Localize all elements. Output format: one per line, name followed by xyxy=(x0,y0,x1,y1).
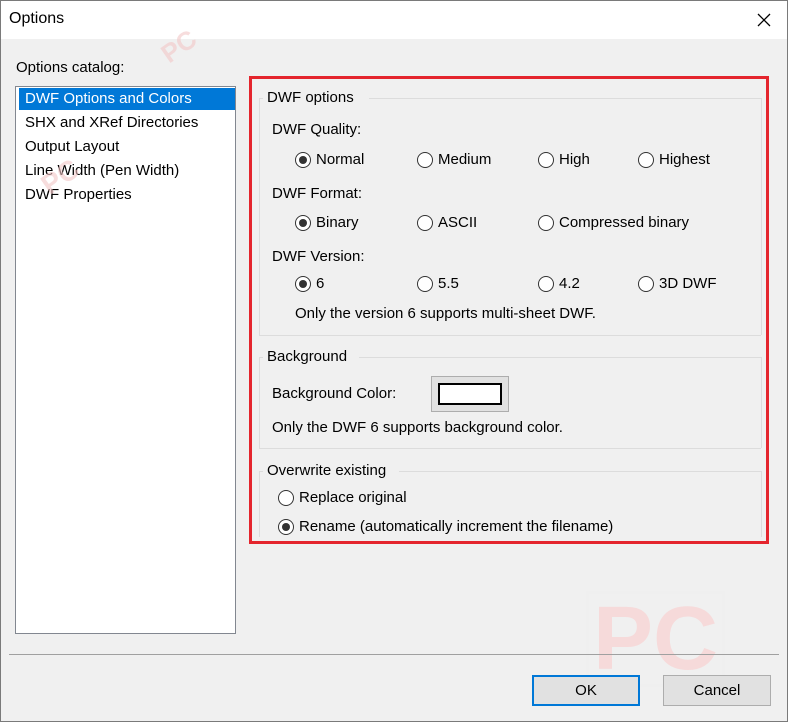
group-border xyxy=(259,448,761,449)
cancel-button[interactable]: Cancel xyxy=(663,675,771,706)
group-border xyxy=(359,357,761,358)
format-binary-radio[interactable]: Binary xyxy=(295,214,359,231)
dwf-version-label: DWF Version: xyxy=(272,248,365,265)
group-border xyxy=(259,98,260,335)
radio-circle-icon xyxy=(538,151,554,168)
radio-circle-icon xyxy=(295,151,311,168)
ok-button[interactable]: OK xyxy=(532,675,640,706)
watermark-logo: PC xyxy=(586,591,726,687)
options-dialog: Options Options catalog: DWF Options and… xyxy=(0,0,788,722)
replace-original-radio[interactable]: Replace original xyxy=(278,489,407,506)
group-border xyxy=(399,471,761,472)
group-border xyxy=(761,357,762,448)
group-border xyxy=(761,471,762,537)
catalog-item-dwf-options-and-colors[interactable]: DWF Options and Colors xyxy=(19,88,235,110)
separator xyxy=(9,654,779,655)
window-title: Options xyxy=(9,10,65,27)
version-note: Only the version 6 supports multi-sheet … xyxy=(295,305,596,322)
rename-radio[interactable]: Rename (automatically increment the file… xyxy=(278,518,613,535)
radio-circle-icon xyxy=(295,275,311,292)
group-border xyxy=(259,357,260,448)
group-border xyxy=(369,98,761,99)
color-swatch xyxy=(438,383,502,405)
radio-circle-icon xyxy=(417,214,433,231)
format-ascii-radio[interactable]: ASCII xyxy=(417,214,477,231)
version-5-5-radio[interactable]: 5.5 xyxy=(417,275,459,292)
radio-circle-icon xyxy=(417,275,433,292)
version-3d-dwf-radio[interactable]: 3D DWF xyxy=(638,275,717,292)
radio-circle-icon xyxy=(638,275,654,292)
group-border xyxy=(761,98,762,335)
radio-circle-icon xyxy=(417,151,433,168)
radio-circle-icon xyxy=(538,214,554,231)
radio-circle-icon xyxy=(295,214,311,231)
radio-circle-icon xyxy=(638,151,654,168)
title-bar: Options xyxy=(1,1,787,39)
quality-normal-radio[interactable]: Normal xyxy=(295,151,364,168)
background-color-button[interactable] xyxy=(431,376,509,412)
background-note: Only the DWF 6 supports background color… xyxy=(272,419,563,436)
format-compressed-binary-radio[interactable]: Compressed binary xyxy=(538,214,689,231)
dwf-quality-label: DWF Quality: xyxy=(272,121,362,138)
group-border xyxy=(259,335,761,336)
dwf-options-group-label: DWF options xyxy=(267,89,354,106)
quality-highest-radio[interactable]: Highest xyxy=(638,151,710,168)
radio-circle-icon xyxy=(278,518,294,535)
quality-medium-radio[interactable]: Medium xyxy=(417,151,491,168)
quality-high-radio[interactable]: High xyxy=(538,151,590,168)
catalog-item-shx-and-xref-directories[interactable]: SHX and XRef Directories xyxy=(19,112,235,134)
background-group-label: Background xyxy=(267,348,348,365)
radio-circle-icon xyxy=(538,275,554,292)
options-catalog-label: Options catalog: xyxy=(16,59,125,76)
close-button[interactable] xyxy=(741,1,787,39)
overwrite-group-label: Overwrite existing xyxy=(267,462,387,479)
version-6-radio[interactable]: 6 xyxy=(295,275,324,292)
group-border xyxy=(259,471,260,537)
dwf-format-label: DWF Format: xyxy=(272,185,362,202)
background-color-label: Background Color: xyxy=(272,385,397,402)
radio-circle-icon xyxy=(278,489,294,506)
close-icon xyxy=(757,13,771,27)
catalog-item-output-layout[interactable]: Output Layout xyxy=(19,136,235,158)
version-4-2-radio[interactable]: 4.2 xyxy=(538,275,580,292)
